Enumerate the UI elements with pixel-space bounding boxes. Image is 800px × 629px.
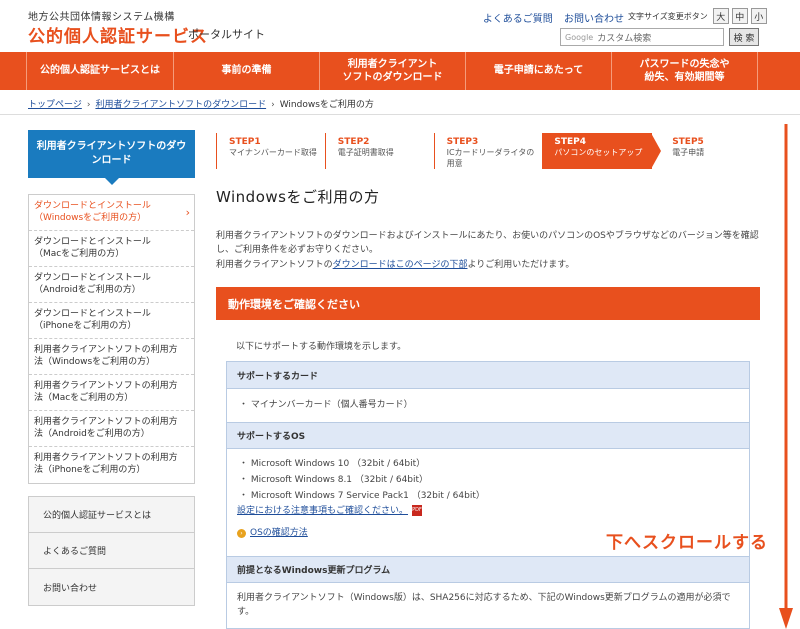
- download-section-link[interactable]: ダウンロードはこのページの下部: [333, 260, 468, 270]
- os-check-link[interactable]: OSの確認方法: [250, 526, 308, 542]
- site-header: 地方公共団体情報システム機構 公的個人認証サービス ポータルサイト よくあるご質…: [0, 0, 800, 52]
- sidebar-item-install-mac[interactable]: ダウンロードとインストール （Macをご利用の方）: [29, 231, 194, 267]
- scroll-down-arrow-icon: [779, 124, 793, 629]
- sidebar-heading-arrow: [105, 178, 119, 185]
- list-item: ・ Microsoft Windows 7 Service Pack1 （32b…: [239, 490, 485, 501]
- contact-link[interactable]: お問い合わせ: [564, 14, 624, 25]
- card-body: ・ マイナンバーカード（個人番号カード）: [227, 389, 749, 422]
- chevron-right-icon: ›: [271, 100, 275, 110]
- step-number: STEP1: [229, 137, 261, 147]
- step-label: マイナンバーカード取得: [229, 148, 317, 157]
- table-heading-card: サポートするカード: [227, 362, 749, 389]
- settings-notes-link[interactable]: 設定における注意事項もご確認ください。: [237, 506, 408, 516]
- intro-download-line: 利用者クライアントソフトのダウンロードはこのページの下部よりご利用いただけます。: [216, 258, 764, 272]
- sidebar-item-usage-iphone[interactable]: 利用者クライアントソフトの利用方 法（iPhoneをご利用の方）: [29, 447, 194, 483]
- sidebar-heading[interactable]: 利用者クライアントソフトのダウンロード: [28, 130, 195, 178]
- sidebar-item-usage-windows[interactable]: 利用者クライアントソフトの利用方 法（Windowsをご利用の方）: [29, 339, 194, 375]
- global-nav: 公的個人認証サービスとは 事前の準備 利用者クライアント ソフトのダウンロード …: [0, 52, 800, 90]
- nav-item-download[interactable]: 利用者クライアント ソフトのダウンロード: [320, 52, 466, 90]
- step-3[interactable]: STEP3 ICカードリーダライタの 用意: [433, 133, 543, 169]
- intro-text: 利用者クライアントソフトのダウンロードおよびインストールにあたり、お使いのパソコ…: [216, 229, 764, 272]
- sidebar-item-usage-android[interactable]: 利用者クライアントソフトの利用方 法（Androidをご利用の方）: [29, 411, 194, 447]
- sidebar-item-install-windows[interactable]: ダウンロードとインストール （Windowsをご利用の方） ›: [29, 195, 194, 231]
- scroll-hint-label: 下へスクロールする: [606, 533, 768, 553]
- nav-item-application[interactable]: 電子申請にあたって: [466, 52, 612, 90]
- pdf-icon[interactable]: PDF: [412, 505, 423, 517]
- intro-paragraph: 利用者クライアントソフトのダウンロードおよびインストールにあたり、お使いのパソコ…: [216, 231, 759, 256]
- org-name: 地方公共団体情報システム機構: [28, 12, 175, 23]
- section-heading: 動作環境をご確認ください: [216, 287, 760, 320]
- table-heading-updates: 前提となるWindows更新プログラム: [227, 555, 749, 583]
- google-mark: Google: [565, 32, 594, 42]
- breadcrumb: トップページ › 利用者クライアントソフトのダウンロード › Windowsをご利用の方: [28, 97, 374, 110]
- sidebar-menu: ダウンロードとインストール （Windowsをご利用の方） › ダウンロードとイン…: [28, 194, 195, 484]
- step-number: STEP4: [554, 137, 587, 147]
- site-logo[interactable]: 公的個人認証サービス: [28, 22, 208, 47]
- sidebar-item-install-iphone[interactable]: ダウンロードとインストール （iPhoneをご利用の方）: [29, 303, 194, 339]
- breadcrumb-home[interactable]: トップページ: [28, 100, 82, 110]
- table-heading-os: サポートするOS: [227, 422, 749, 450]
- nav-item-password[interactable]: パスワードの失念や 紛失、有効期間等: [612, 52, 758, 90]
- step-number: STEP2: [337, 137, 370, 147]
- font-size-controls: 文字サイズ変更ボタン 大 中 小: [628, 8, 767, 24]
- step-1[interactable]: STEP1 マイナンバーカード取得: [216, 133, 325, 169]
- sidebar-item-install-android[interactable]: ダウンロードとインストール （Androidをご利用の方）: [29, 267, 194, 303]
- arrow-circle-icon: ›: [237, 529, 246, 539]
- intro-text-part: 利用者クライアントソフトの: [216, 259, 333, 270]
- search-placeholder: カスタム検索: [597, 33, 652, 44]
- sidebar-link-faq[interactable]: よくあるご質問: [29, 533, 194, 569]
- os-note: 設定における注意事項もご確認ください。 PDF: [237, 504, 739, 520]
- sidebar-link-about[interactable]: 公的個人認証サービスとは: [29, 497, 194, 533]
- divider: [0, 114, 800, 115]
- step-number: STEP3: [446, 137, 479, 147]
- font-size-large-button[interactable]: 大: [712, 8, 729, 24]
- update-body: 利用者クライアントソフト（Windows版）は、SHA256に対応するため、下記…: [237, 592, 731, 618]
- chevron-right-icon: ›: [185, 206, 190, 219]
- sidebar-links: 公的個人認証サービスとは よくあるご質問 お問い合わせ: [28, 496, 195, 606]
- font-size-label: 文字サイズ変更ボタン: [628, 11, 708, 21]
- font-size-small-button[interactable]: 小: [750, 8, 767, 24]
- search-input[interactable]: Google カスタム検索: [560, 28, 724, 46]
- intro-text-part: よりご利用いただけます。: [467, 259, 575, 270]
- breadcrumb-download[interactable]: 利用者クライアントソフトのダウンロード: [95, 100, 266, 110]
- nav-item-preparation[interactable]: 事前の準備: [174, 52, 320, 90]
- sidebar-item-label: ダウンロードとインストール （Windowsをご利用の方）: [34, 201, 151, 223]
- site-subtitle: ポータルサイト: [188, 28, 265, 41]
- step-2[interactable]: STEP2 電子証明書取得: [324, 133, 434, 169]
- support-table: サポートするカード ・ マイナンバーカード（個人番号カード） サポートするOS …: [226, 361, 750, 629]
- support-intro: 以下にサポートする動作環境を示します。: [236, 342, 407, 352]
- top-links: よくあるご質問 お問い合わせ: [475, 10, 624, 25]
- step-number: STEP5: [672, 137, 704, 147]
- step-4-current[interactable]: STEP4 パソコンのセットアップ: [542, 133, 661, 169]
- step-label: ICカードリーダライタの 用意: [446, 148, 535, 168]
- step-label: 電子証明書取得: [337, 148, 394, 157]
- step-label: パソコンのセットアップ: [554, 148, 643, 157]
- list-item: ・ マイナンバーカード（個人番号カード）: [239, 400, 413, 410]
- font-size-medium-button[interactable]: 中: [731, 8, 748, 24]
- nav-item-about[interactable]: 公的個人認証サービスとは: [26, 52, 174, 90]
- step-5[interactable]: STEP5 電子申請: [651, 133, 760, 169]
- sidebar-item-usage-mac[interactable]: 利用者クライアントソフトの利用方 法（Macをご利用の方）: [29, 375, 194, 411]
- search-button[interactable]: 検 索: [729, 28, 759, 46]
- page-title: Windowsをご利用の方: [216, 188, 380, 206]
- chevron-right-icon: ›: [86, 100, 91, 110]
- faq-link[interactable]: よくあるご質問: [483, 14, 553, 25]
- breadcrumb-current: Windowsをご利用の方: [279, 100, 374, 110]
- sidebar-link-contact[interactable]: お問い合わせ: [29, 569, 194, 605]
- step-label: 電子申請: [672, 148, 705, 157]
- list-item: ・ Microsoft Windows 8.1 （32bit / 64bit）: [239, 474, 429, 485]
- list-item: ・ Microsoft Windows 10 （32bit / 64bit）: [239, 459, 426, 470]
- step-progress: STEP1 マイナンバーカード取得 STEP2 電子証明書取得 STEP3 ICカード…: [216, 133, 760, 169]
